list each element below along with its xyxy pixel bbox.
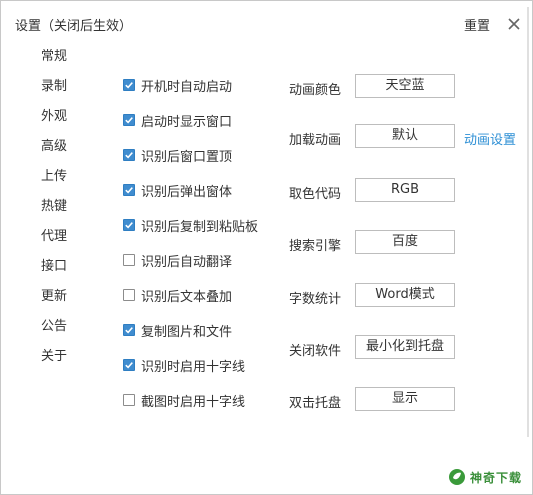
checkbox-label: 识别后弹出窗体 bbox=[141, 184, 233, 200]
sidebar-item-hotkeys[interactable]: 热键 bbox=[1, 193, 97, 221]
window-title: 设置（关闭后生效） bbox=[15, 19, 133, 34]
checkbox-autostart[interactable]: 开机时自动启动 bbox=[123, 76, 233, 95]
color-code-select[interactable]: RGB bbox=[355, 178, 455, 202]
sidebar-item-label: 接口 bbox=[41, 259, 68, 274]
checkmark-icon bbox=[125, 222, 133, 229]
scrollbar[interactable] bbox=[527, 1, 532, 441]
color-code-label: 取色代码 bbox=[289, 187, 342, 202]
loading-animation-label: 加载动画 bbox=[289, 133, 342, 148]
sidebar-item-label: 上传 bbox=[41, 169, 68, 184]
checkbox-label: 截图时启用十字线 bbox=[141, 394, 246, 410]
watermark-text: 神奇下载 bbox=[470, 470, 523, 485]
close-icon[interactable] bbox=[506, 16, 522, 32]
settings-window: 设置（关闭后生效） 重置 常规 录制 外观 高级 上传 热键 代理 接口 更新 … bbox=[0, 0, 533, 495]
sidebar-item-label: 常规 bbox=[41, 49, 68, 64]
checkbox-box[interactable] bbox=[123, 149, 135, 161]
close-software-label: 关闭软件 bbox=[289, 344, 342, 359]
animation-color-label: 动画颜色 bbox=[289, 83, 342, 98]
word-count-select[interactable]: Word模式 bbox=[355, 283, 455, 307]
tray-double-click-select[interactable]: 显示 bbox=[355, 387, 455, 411]
sidebar-item-announcement[interactable]: 公告 bbox=[1, 313, 97, 341]
reset-button[interactable]: 重置 bbox=[464, 15, 490, 34]
sidebar-item-label: 关于 bbox=[41, 349, 68, 364]
checkmark-icon bbox=[125, 117, 133, 124]
checkbox-box[interactable] bbox=[123, 254, 135, 266]
search-engine-select[interactable]: 百度 bbox=[355, 230, 455, 254]
checkbox-box[interactable] bbox=[123, 359, 135, 371]
word-count-label: 字数统计 bbox=[289, 292, 342, 307]
checkbox-copy-clipboard[interactable]: 识别后复制到粘贴板 bbox=[123, 216, 259, 235]
sidebar-item-upload[interactable]: 上传 bbox=[1, 163, 97, 191]
checkbox-text-overlay[interactable]: 识别后文本叠加 bbox=[123, 286, 233, 305]
checkbox-box[interactable] bbox=[123, 394, 135, 406]
checkbox-box[interactable] bbox=[123, 289, 135, 301]
tray-double-click-label: 双击托盘 bbox=[289, 396, 342, 411]
search-engine-label: 搜索引擎 bbox=[289, 239, 342, 254]
checkbox-box[interactable] bbox=[123, 114, 135, 126]
checkmark-icon bbox=[125, 327, 133, 334]
checkbox-label: 开机时自动启动 bbox=[141, 79, 233, 95]
checkbox-show-window[interactable]: 启动时显示窗口 bbox=[123, 111, 233, 130]
checkbox-copy-images-files[interactable]: 复制图片和文件 bbox=[123, 321, 233, 340]
loading-animation-select[interactable]: 默认 bbox=[355, 124, 455, 148]
leaf-logo-icon bbox=[448, 468, 466, 486]
checkmark-icon bbox=[125, 362, 133, 369]
title-bar: 设置（关闭后生效） 重置 bbox=[1, 1, 532, 45]
checkbox-label: 启动时显示窗口 bbox=[141, 114, 233, 130]
checkbox-label: 识别时启用十字线 bbox=[141, 359, 246, 375]
sidebar-item-label: 热键 bbox=[41, 199, 68, 214]
sidebar-item-label: 更新 bbox=[41, 289, 68, 304]
close-software-select[interactable]: 最小化到托盘 bbox=[355, 335, 455, 359]
checkbox-ocr-crosshair[interactable]: 识别时启用十字线 bbox=[123, 356, 246, 375]
checkbox-box[interactable] bbox=[123, 184, 135, 196]
checkmark-icon bbox=[125, 152, 133, 159]
checkmark-icon bbox=[125, 82, 133, 89]
sidebar-item-label: 录制 bbox=[41, 79, 68, 94]
checkbox-label: 识别后文本叠加 bbox=[141, 289, 233, 305]
sidebar-item-label: 外观 bbox=[41, 109, 68, 124]
checkmark-icon bbox=[125, 187, 133, 194]
sidebar-item-label: 公告 bbox=[41, 319, 68, 334]
sidebar-item-record[interactable]: 录制 bbox=[1, 73, 97, 101]
checkbox-box[interactable] bbox=[123, 219, 135, 231]
checkbox-box[interactable] bbox=[123, 324, 135, 336]
checkbox-label: 识别后自动翻译 bbox=[141, 254, 233, 270]
settings-sidebar: 常规 录制 外观 高级 上传 热键 代理 接口 更新 公告 关于 bbox=[1, 45, 97, 494]
checkbox-screenshot-crosshair[interactable]: 截图时启用十字线 bbox=[123, 391, 246, 410]
sidebar-item-label: 高级 bbox=[41, 139, 68, 154]
animation-color-select[interactable]: 天空蓝 bbox=[355, 74, 455, 98]
sidebar-item-advanced[interactable]: 高级 bbox=[1, 133, 97, 161]
scrollbar-thumb[interactable] bbox=[527, 7, 529, 437]
checkbox-label: 复制图片和文件 bbox=[141, 324, 233, 340]
checkbox-label: 识别后复制到粘贴板 bbox=[141, 219, 259, 235]
site-watermark: 神奇下载 bbox=[448, 466, 522, 488]
animation-settings-link[interactable]: 动画设置 bbox=[464, 129, 516, 148]
sidebar-item-appearance[interactable]: 外观 bbox=[1, 103, 97, 131]
sidebar-item-proxy[interactable]: 代理 bbox=[1, 223, 97, 251]
sidebar-item-api[interactable]: 接口 bbox=[1, 253, 97, 281]
checkbox-label: 识别后窗口置顶 bbox=[141, 149, 233, 165]
checkbox-auto-translate[interactable]: 识别后自动翻译 bbox=[123, 251, 233, 270]
sidebar-item-update[interactable]: 更新 bbox=[1, 283, 97, 311]
checkbox-window-on-top[interactable]: 识别后窗口置顶 bbox=[123, 146, 233, 165]
checkbox-box[interactable] bbox=[123, 79, 135, 91]
sidebar-item-general[interactable]: 常规 bbox=[1, 43, 97, 71]
sidebar-item-label: 代理 bbox=[41, 229, 68, 244]
checkbox-popup-window[interactable]: 识别后弹出窗体 bbox=[123, 181, 233, 200]
sidebar-item-about[interactable]: 关于 bbox=[1, 343, 97, 371]
